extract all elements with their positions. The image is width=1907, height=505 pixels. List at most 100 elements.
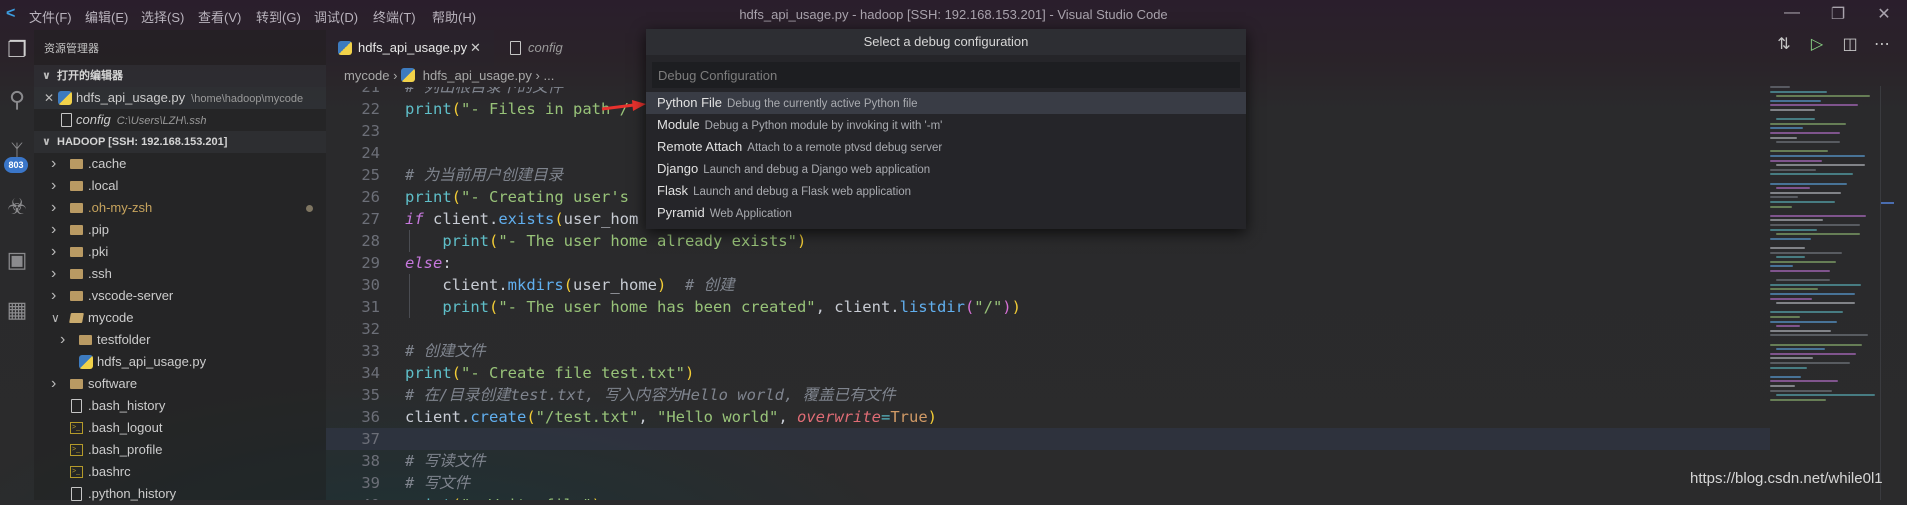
remote-explorer-icon[interactable]: ▣ — [2, 245, 32, 275]
tree-item-cache[interactable]: › .cache — [34, 153, 326, 175]
restore-button[interactable]: ❐ — [1823, 4, 1853, 26]
code-line[interactable]: 40 print("- Write file") — [326, 494, 1770, 500]
tree-item-software[interactable]: › software — [34, 373, 326, 395]
workspace-header[interactable]: ∨ HADOOP [SSH: 192.168.153.201] — [34, 131, 326, 153]
minimap-line — [1776, 95, 1870, 98]
code-token: # 在/目录创建test.txt, 写入内容为Hello world, 覆盖已有… — [405, 386, 896, 404]
close-window-button[interactable]: ✕ — [1869, 4, 1899, 26]
open-editor-item[interactable]: ✕ hdfs_api_usage.py \home\hadoop\mycode — [34, 87, 326, 109]
minimap[interactable] — [1770, 86, 1880, 416]
code-text: print("- Create file test.txt") — [405, 362, 694, 384]
menu-item[interactable]: 转到(G) — [256, 7, 301, 26]
option-description: Debug a Python module by invoking it wit… — [704, 120, 943, 132]
code-line[interactable]: 39 # 写文件 — [326, 472, 1770, 494]
tree-item-bash-profile[interactable]: >_ .bash_profile — [34, 439, 326, 461]
code-line[interactable]: 33 # 创建文件 — [326, 340, 1770, 362]
menu-item[interactable]: 编辑(E) — [85, 7, 128, 26]
debug-option-module[interactable]: Module Debug a Python module by invoking … — [646, 114, 1246, 136]
code-line[interactable]: 32 — [326, 318, 1770, 340]
tree-item-vscode-server[interactable]: › .vscode-server — [34, 285, 326, 307]
minimize-button[interactable]: — — [1777, 4, 1807, 26]
code-line[interactable]: 28 print("- The user home already exists… — [326, 230, 1770, 252]
minimap-line — [1770, 136, 1797, 139]
debug-option-python-file[interactable]: Python File Debug the currently active Py… — [646, 92, 1246, 114]
tree-item-label: .ssh — [88, 266, 112, 281]
more-actions-icon[interactable]: ⋯ — [1869, 34, 1895, 58]
code-token: user_hom — [563, 210, 639, 228]
open-changes-icon[interactable]: ⇅ — [1771, 34, 1797, 58]
tree-item-bash-logout[interactable]: >_ .bash_logout — [34, 417, 326, 439]
code-line[interactable]: 38 # 写读文件 — [326, 450, 1770, 472]
code-line[interactable]: 36 client.create("/test.txt", "Hello worl… — [326, 406, 1770, 428]
tree-item-ssh[interactable]: › .ssh — [34, 263, 326, 285]
code-token: overwrite — [797, 408, 881, 426]
open-editors-header[interactable]: ∨ 打开的编辑器 — [34, 65, 326, 87]
open-editor-item[interactable]: config C:\Users\LZH\.ssh — [34, 109, 326, 131]
tab-config[interactable]: config — [504, 30, 614, 66]
close-editor-icon[interactable]: ✕ — [44, 87, 54, 109]
tree-item-hdfs-api-usage-py[interactable]: hdfs_api_usage.py — [34, 351, 326, 373]
extensions-icon[interactable]: ▦ — [2, 295, 32, 325]
split-editor-icon[interactable]: ◫ — [1837, 34, 1863, 58]
debug-option-django[interactable]: Django Launch and debug a Django web appl… — [646, 158, 1246, 180]
search-icon[interactable]: ⚲ — [2, 85, 32, 115]
shell-file-icon: >_ — [70, 422, 83, 434]
tree-item-testfolder[interactable]: › testfolder — [34, 329, 326, 351]
code-token: client. — [405, 276, 508, 294]
quick-pick-title: Select a debug configuration — [646, 29, 1246, 55]
code-line[interactable]: 29 else: — [326, 252, 1770, 274]
code-token: "- The user home has been created" — [498, 298, 816, 316]
tree-item-bash-history[interactable]: .bash_history — [34, 395, 326, 417]
breadcrumb-item[interactable]: hdfs_api_usage.py — [423, 68, 532, 83]
code-text: else: — [405, 252, 452, 274]
line-number: 26 — [361, 188, 380, 206]
run-icon[interactable]: ▷ — [1804, 34, 1830, 58]
breadcrumb-item[interactable]: mycode — [344, 68, 390, 83]
code-token: # 写读文件 — [405, 452, 486, 470]
minimap-line — [1770, 228, 1817, 231]
debug-icon[interactable]: ☣ — [2, 192, 32, 222]
debug-option-remote-attach[interactable]: Remote Attach Attach to a remote ptvsd de… — [646, 136, 1246, 158]
code-line[interactable]: 34 print("- Create file test.txt") — [326, 362, 1770, 384]
option-description: Launch and debug a Flask web application — [693, 186, 912, 198]
tree-item-local[interactable]: › .local — [34, 175, 326, 197]
line-number: 35 — [361, 386, 380, 404]
minimap-line — [1776, 256, 1805, 259]
tree-item-pip[interactable]: › .pip — [34, 219, 326, 241]
code-line[interactable]: 31 print("- The user home has been creat… — [326, 296, 1770, 318]
tree-item-label: mycode — [88, 310, 134, 325]
menu-item[interactable]: 终端(T) — [373, 7, 416, 26]
minimap-line — [1770, 366, 1807, 369]
minimap-line — [1770, 311, 1843, 314]
code-line[interactable]: 37 — [326, 428, 1770, 450]
tab-hdfs-api-usage[interactable]: hdfs_api_usage.py ✕ — [326, 30, 494, 66]
code-line[interactable]: 35 # 在/目录创建test.txt, 写入内容为Hello world, 覆盖… — [326, 384, 1770, 406]
tree-item-python-history[interactable]: .python_history — [34, 483, 326, 505]
code-line[interactable]: 30 client.mkdirs(user_home) # 创建 — [326, 274, 1770, 296]
folder-icon — [70, 203, 83, 213]
menu-item[interactable]: 文件(F) — [29, 7, 72, 26]
chevron-right-icon: › — [51, 177, 57, 194]
menu-item[interactable]: 调试(D) — [314, 7, 358, 26]
menu-item[interactable]: 帮助(H) — [432, 7, 476, 26]
tree-item-bashrc[interactable]: >_ .bashrc — [34, 461, 326, 483]
code-text: client.create("/test.txt", "Hello world"… — [405, 406, 937, 428]
files-icon[interactable]: ❐ — [2, 35, 32, 65]
minimap-line — [1770, 380, 1838, 383]
tree-item-mycode[interactable]: ∨ mycode — [34, 307, 326, 329]
minimap-line — [1770, 251, 1842, 254]
line-number: 34 — [361, 364, 380, 382]
tree-item-oh-my-zsh[interactable]: › .oh-my-zsh — [34, 197, 326, 219]
chevron-right-icon: › — [51, 287, 57, 304]
menu-item[interactable]: 选择(S) — [141, 7, 184, 26]
tree-item-pki[interactable]: › .pki — [34, 241, 326, 263]
chevron-right-icon: › — [51, 199, 57, 216]
vertical-scrollbar[interactable] — [1880, 86, 1894, 500]
debug-option-flask[interactable]: Flask Launch and debug a Flask web applic… — [646, 180, 1246, 202]
menu-item[interactable]: 查看(V) — [198, 7, 241, 26]
debug-option-pyramid[interactable]: Pyramid Web Application — [646, 202, 1246, 224]
breadcrumb-item[interactable]: ... — [543, 68, 554, 83]
quick-pick-dialog: Select a debug configuration Python File… — [646, 29, 1246, 229]
debug-configuration-input[interactable] — [652, 62, 1240, 88]
close-tab-icon[interactable]: ✕ — [470, 30, 481, 66]
